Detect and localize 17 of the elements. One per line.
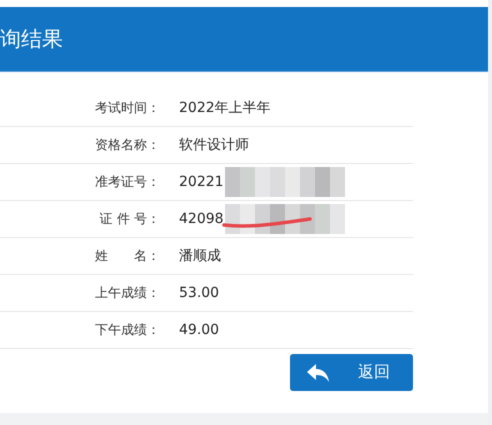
back-button[interactable]: 返回 bbox=[290, 354, 413, 391]
field-label: 上午成绩： bbox=[94, 285, 160, 302]
field-label: 姓 名： bbox=[94, 248, 160, 265]
field-label: 考试时间： bbox=[94, 100, 160, 117]
field-value: 42098 bbox=[179, 211, 224, 227]
field-value: 49.00 bbox=[179, 322, 220, 338]
field-value: 潘顺成 bbox=[179, 247, 221, 265]
field-label: 资格名称： bbox=[94, 137, 160, 154]
field-label: 下午成绩： bbox=[94, 322, 160, 339]
field-label: 准考证号： bbox=[94, 174, 160, 191]
reply-arrow-icon bbox=[306, 362, 330, 382]
field-label: 证 件 号： bbox=[98, 211, 160, 228]
field-value: 53.00 bbox=[179, 285, 220, 301]
field-value: 2022年上半年 bbox=[179, 99, 271, 117]
field-value: 软件设计师 bbox=[179, 136, 249, 154]
field-value: 20221 bbox=[179, 174, 224, 190]
page-title: 询结果 bbox=[0, 26, 63, 53]
